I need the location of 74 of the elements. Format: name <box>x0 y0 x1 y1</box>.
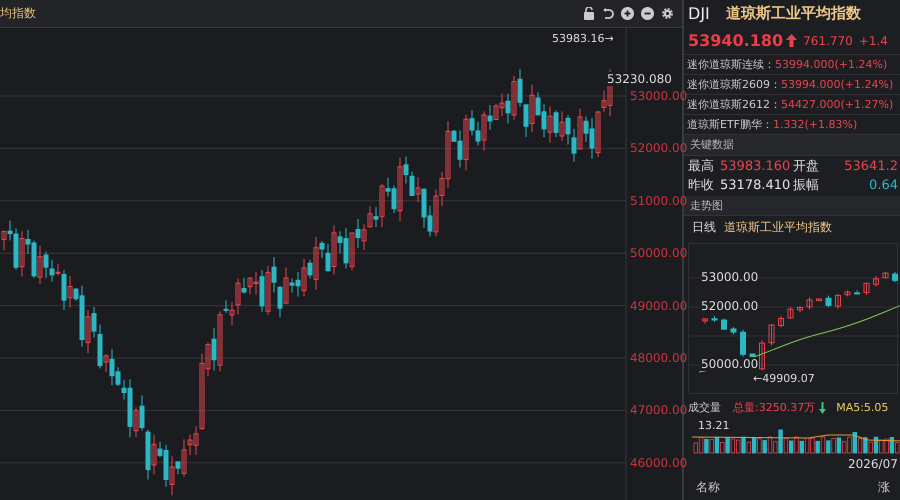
candle <box>712 316 718 323</box>
date-label: 2026/07 <box>848 457 898 472</box>
contract-label: 迷你道琼斯连续： <box>687 56 775 72</box>
contract-quote: 1.332(+1.83%) <box>773 118 858 131</box>
chart-title: 均指数 <box>0 5 36 22</box>
candle <box>873 276 879 288</box>
symbol: DJI <box>688 4 710 24</box>
candle <box>892 272 898 284</box>
candle <box>788 307 794 320</box>
price: 53940.180 <box>688 31 784 50</box>
axis-label: 51000.00 <box>630 192 688 209</box>
stat-value: 0.64 <box>869 178 898 193</box>
section-title: 关键数据 <box>690 137 734 152</box>
index-name: 道琼斯工业平均指数 <box>726 4 861 24</box>
candle <box>854 290 860 295</box>
zoom-out-icon[interactable] <box>641 7 654 20</box>
candle <box>844 290 850 298</box>
low-price-label: ←49909.07 <box>753 372 815 386</box>
axis-label: 46000.00 <box>630 454 688 471</box>
period-tab[interactable]: 日线 <box>692 219 716 236</box>
stat-label: 昨收 <box>688 177 714 194</box>
volume-title: 成交量 <box>688 400 721 416</box>
candle <box>882 272 888 280</box>
candle <box>835 294 841 310</box>
price-change: 761.770 <box>803 34 853 48</box>
candle <box>826 296 832 308</box>
axis-label: 49000.00 <box>630 298 688 314</box>
candle <box>768 324 774 346</box>
undo-icon[interactable] <box>602 8 614 20</box>
volume-total: 总量:3250.37万 <box>733 400 816 416</box>
stat-label: 振幅 <box>793 177 819 194</box>
candle <box>730 326 736 336</box>
axis-label: 47000.00 <box>630 402 688 418</box>
chart-name: 道琼斯工业平均指数 <box>724 219 832 236</box>
lock-icon[interactable] <box>583 7 595 20</box>
settings-icon[interactable] <box>661 7 674 20</box>
contract-label: 道琼斯ETF鹏华： <box>687 116 773 132</box>
contract-quote: 53994.000(+1.24%) <box>775 58 888 71</box>
candle <box>797 306 803 314</box>
candle <box>806 297 812 310</box>
section-title: 走势图 <box>690 198 723 213</box>
volume-max-label: 13.21 <box>698 419 730 432</box>
contract-label: 迷你道琼斯2612： <box>687 96 781 112</box>
column-header: 名称 <box>696 479 720 496</box>
volume-ma5: MA5:5.05 <box>836 401 888 414</box>
axis-label: 48000.00 <box>630 350 688 366</box>
up-arrow-icon <box>786 34 798 48</box>
column-header: 涨 <box>878 479 890 496</box>
candle <box>721 318 727 331</box>
stat-label: 最高 <box>688 158 714 176</box>
contract-label: 迷你道琼斯2609： <box>687 76 781 92</box>
last-price-label: 53230.080 <box>607 72 672 86</box>
axis-label: 53000.00 <box>630 89 688 103</box>
axis-label: 52000.00 <box>630 140 688 156</box>
high-price-label: 53983.16→ <box>552 32 614 45</box>
percent-change: +1.4 <box>858 34 888 48</box>
zoom-in-icon[interactable] <box>621 7 634 20</box>
candle <box>778 316 784 328</box>
stat-label: 开盘 <box>793 158 819 176</box>
axis-label: 50000.00 <box>701 357 758 372</box>
stat-value: 53641.2 <box>844 158 898 174</box>
candle <box>816 298 822 302</box>
stat-value: 53983.160 <box>720 158 790 174</box>
candle <box>702 318 708 325</box>
down-arrow-icon <box>819 402 826 414</box>
candle <box>759 340 765 372</box>
candle <box>740 330 746 358</box>
stat-value: 53178.410 <box>720 178 790 193</box>
contract-quote: 53994.000(+1.24%) <box>781 78 894 91</box>
axis-label: 50000.00 <box>630 245 688 262</box>
axis-label: 52000.00 <box>701 299 758 314</box>
candle <box>864 282 870 296</box>
axis-label: 53000.00 <box>701 270 758 284</box>
contract-quote: 54427.000(+1.27%) <box>781 98 894 111</box>
